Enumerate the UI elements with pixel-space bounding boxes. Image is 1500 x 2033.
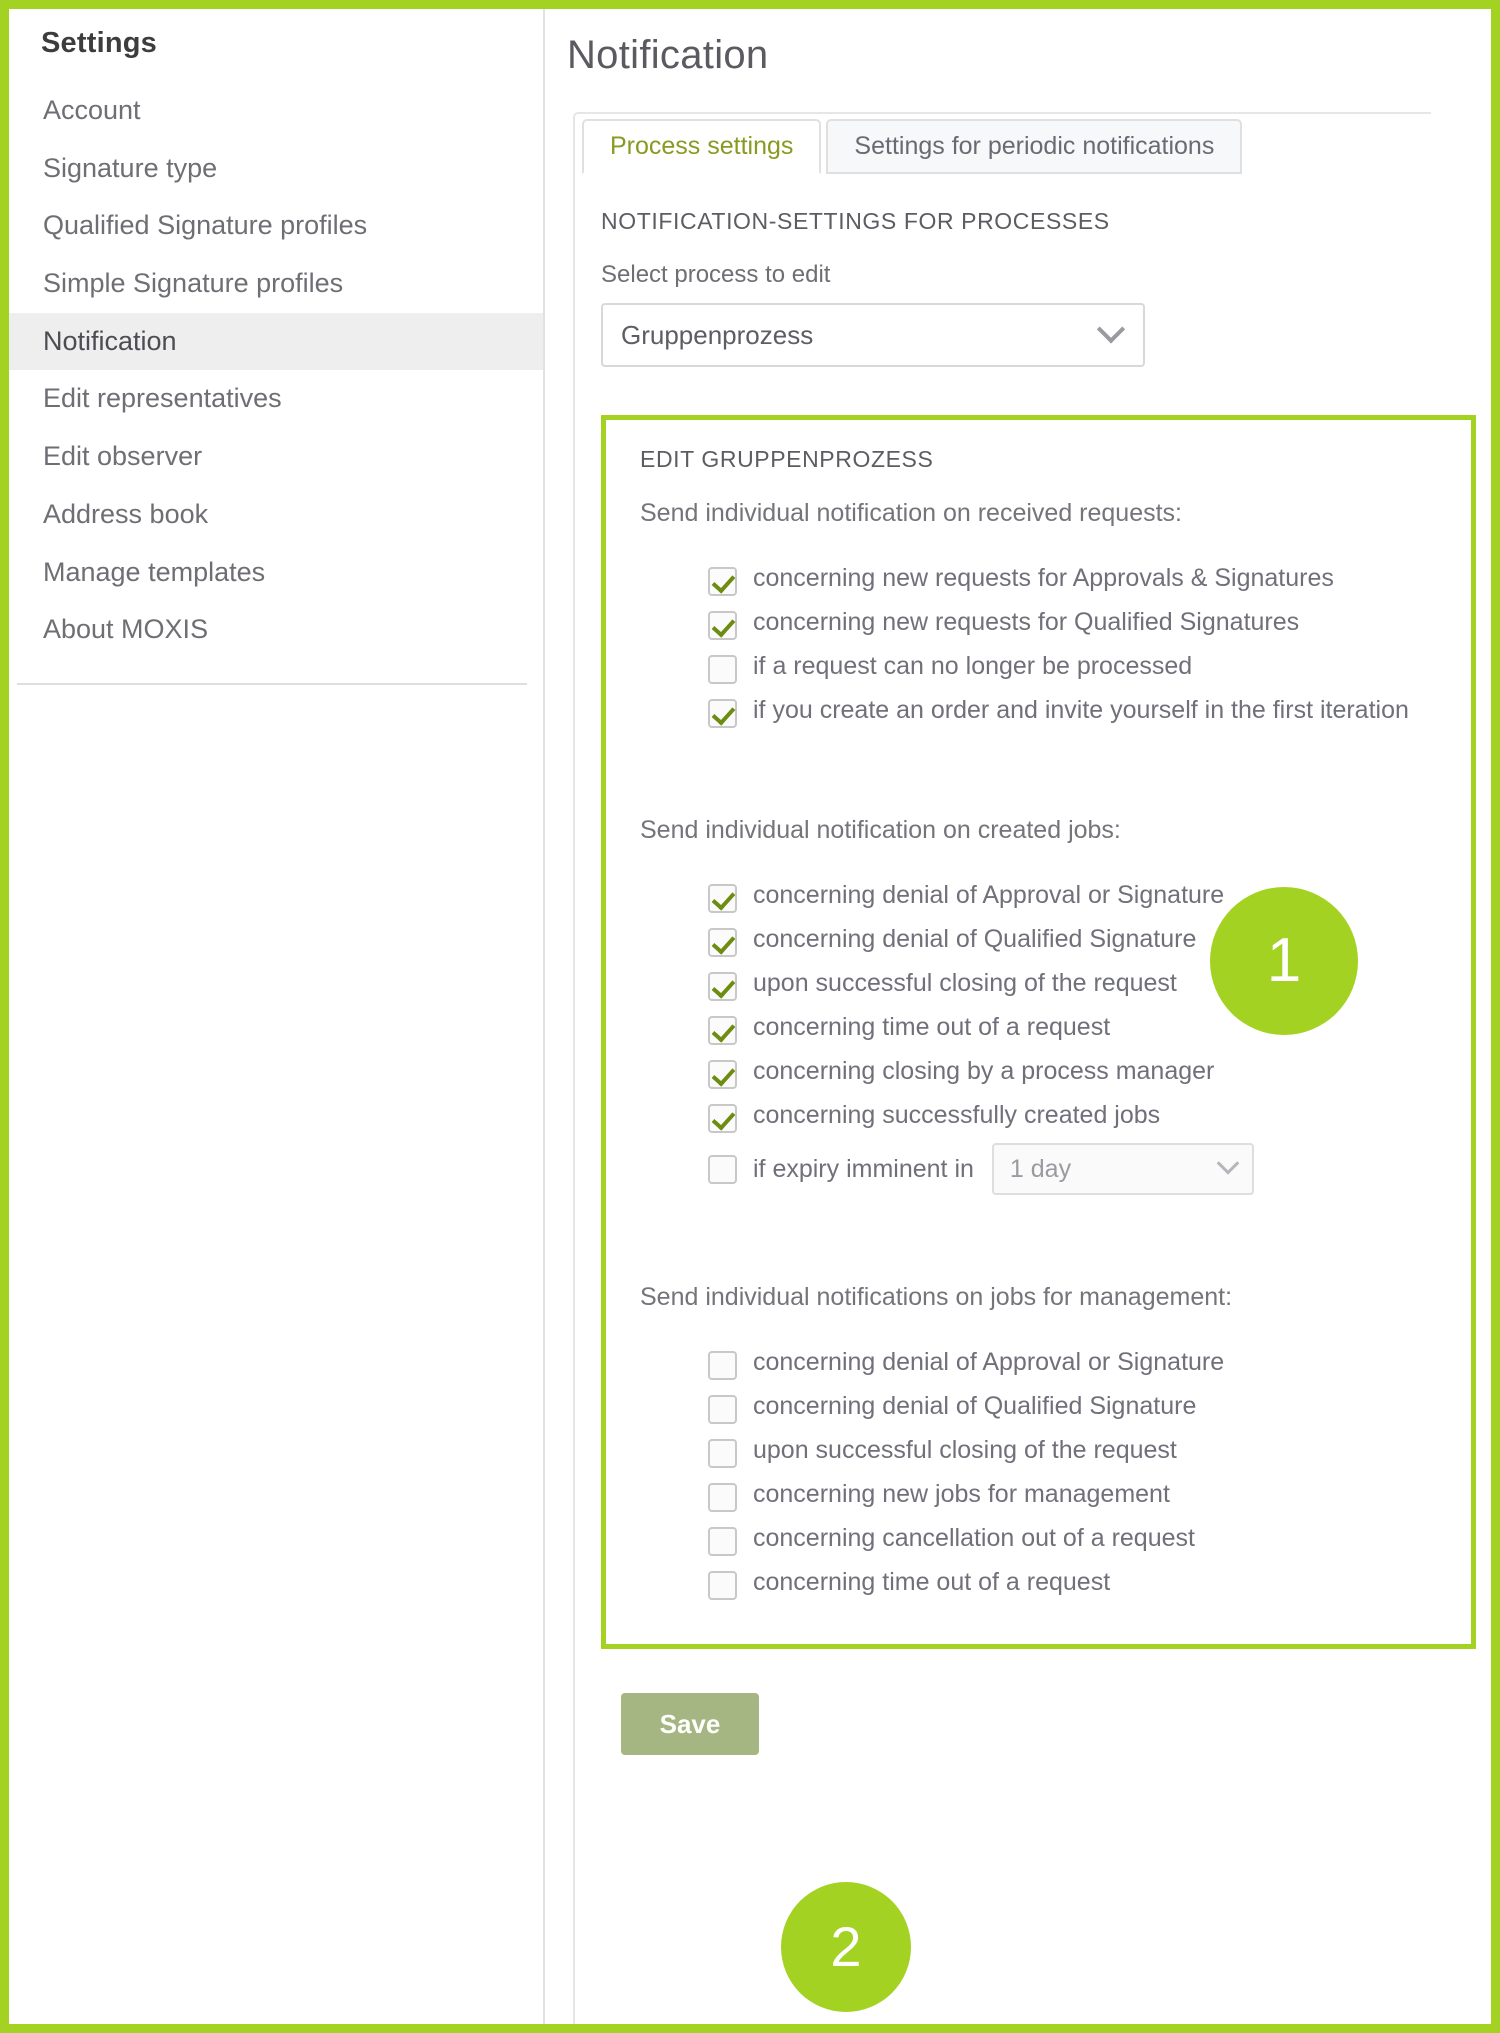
notification-groups: Send individual notification on received… bbox=[640, 499, 1471, 1600]
sidebar-divider bbox=[17, 682, 527, 685]
expiry-period-select[interactable]: 1 day bbox=[991, 1143, 1254, 1195]
checkbox-checked-icon[interactable] bbox=[708, 1060, 737, 1089]
checkbox-label: concerning time out of a request bbox=[753, 1013, 1111, 1041]
checkbox-label: concerning new jobs for management bbox=[753, 1480, 1170, 1508]
save-button[interactable]: Save bbox=[621, 1693, 759, 1755]
checkbox-label: concerning new requests for Approvals & … bbox=[753, 564, 1334, 592]
checkbox-unchecked-icon[interactable] bbox=[708, 1395, 737, 1424]
checkbox-row[interactable]: if expiry imminent in 1 day bbox=[708, 1143, 1471, 1195]
checkbox-unchecked-icon[interactable] bbox=[708, 1571, 737, 1600]
process-select[interactable]: Gruppenprozess bbox=[601, 303, 1145, 367]
page-title: Notification bbox=[567, 33, 769, 77]
sidebar-item-account[interactable]: Account bbox=[9, 82, 543, 140]
checkbox-row[interactable]: concerning denial of Approval or Signatu… bbox=[708, 879, 1471, 913]
main-content: Notification Process settings Settings fo… bbox=[547, 9, 1491, 2024]
sidebar-item-address-book[interactable]: Address book bbox=[9, 486, 543, 544]
checkbox-checked-icon[interactable] bbox=[708, 1016, 737, 1045]
process-select-label: Select process to edit bbox=[601, 261, 831, 288]
checkbox-label: concerning time out of a request bbox=[753, 1568, 1111, 1596]
checkbox-unchecked-icon[interactable] bbox=[708, 1439, 737, 1468]
checkbox-list: concerning denial of Approval or Signatu… bbox=[708, 1346, 1471, 1600]
sidebar-item-about-moxis[interactable]: About MOXIS bbox=[9, 601, 543, 659]
checkbox-unchecked-icon[interactable] bbox=[708, 1154, 737, 1184]
chevron-down-icon bbox=[1096, 315, 1126, 344]
checkbox-label: concerning successfully created jobs bbox=[753, 1101, 1161, 1129]
checkbox-label: if you create an order and invite yourse… bbox=[753, 696, 1409, 724]
sidebar-item-edit-observer[interactable]: Edit observer bbox=[9, 428, 543, 486]
checkbox-row[interactable]: upon successful closing of the request bbox=[708, 1434, 1471, 1468]
checkbox-checked-icon[interactable] bbox=[708, 567, 737, 596]
callout-badge-2: 2 bbox=[781, 1882, 911, 2012]
checkbox-unchecked-icon[interactable] bbox=[708, 655, 737, 684]
tab-settings-for-periodic-notifications[interactable]: Settings for periodic notifications bbox=[826, 119, 1243, 174]
checkbox-checked-icon[interactable] bbox=[708, 1104, 737, 1133]
checkbox-checked-icon[interactable] bbox=[708, 884, 737, 913]
tab-process-settings[interactable]: Process settings bbox=[582, 119, 822, 174]
checkbox-checked-icon[interactable] bbox=[708, 611, 737, 640]
checkbox-row[interactable]: concerning time out of a request bbox=[708, 1566, 1471, 1600]
checkbox-row[interactable]: if a request can no longer be processed bbox=[708, 650, 1471, 684]
checkbox-label: concerning denial of Qualified Signature bbox=[753, 925, 1197, 953]
sidebar-item-qualified-signature-profiles[interactable]: Qualified Signature profiles bbox=[9, 197, 543, 255]
process-select-value: Gruppenprozess bbox=[621, 319, 814, 350]
checkbox-label: if expiry imminent in bbox=[753, 1155, 974, 1183]
checkbox-row[interactable]: concerning denial of Approval or Signatu… bbox=[708, 1346, 1471, 1380]
checkbox-unchecked-icon[interactable] bbox=[708, 1527, 737, 1556]
checkbox-label: upon successful closing of the request bbox=[753, 1436, 1177, 1464]
sidebar-item-notification[interactable]: Notification bbox=[9, 312, 543, 371]
notification-group-label: Send individual notifications on jobs fo… bbox=[640, 1283, 1233, 1311]
sidebar-item-signature-type[interactable]: Signature type bbox=[9, 140, 543, 198]
checkbox-row[interactable]: concerning denial of Qualified Signature bbox=[708, 1390, 1471, 1424]
checkbox-list: concerning denial of Approval or Signatu… bbox=[708, 879, 1471, 1195]
checkbox-label: concerning denial of Approval or Signatu… bbox=[753, 881, 1225, 909]
section-caption: NOTIFICATION-SETTINGS FOR PROCESSES bbox=[601, 208, 1110, 234]
sidebar-item-manage-templates[interactable]: Manage templates bbox=[9, 544, 543, 602]
checkbox-label: if a request can no longer be processed bbox=[753, 652, 1193, 680]
checkbox-unchecked-icon[interactable] bbox=[708, 1351, 737, 1380]
sidebar-nav-list: Account Signature type Qualified Signature… bbox=[9, 82, 543, 659]
checkbox-label: concerning denial of Qualified Signature bbox=[753, 1392, 1197, 1420]
checkbox-checked-icon[interactable] bbox=[708, 972, 737, 1001]
save-row: Save bbox=[621, 1693, 1491, 1755]
checkbox-list: concerning new requests for Approvals & … bbox=[708, 562, 1471, 728]
checkbox-label: concerning cancellation out of a request bbox=[753, 1524, 1195, 1552]
sidebar-title: Settings bbox=[41, 27, 157, 59]
chevron-down-icon bbox=[1216, 1152, 1240, 1175]
sidebar-item-simple-signature-profiles[interactable]: Simple Signature profiles bbox=[9, 255, 543, 313]
checkbox-unchecked-icon[interactable] bbox=[708, 1483, 737, 1512]
checkbox-row[interactable]: concerning cancellation out of a request bbox=[708, 1522, 1471, 1556]
edit-process-title: EDIT GRUPPENPROZESS bbox=[640, 446, 934, 472]
checkbox-row[interactable]: concerning successfully created jobs bbox=[708, 1099, 1471, 1133]
checkbox-checked-icon[interactable] bbox=[708, 928, 737, 957]
notification-group-label: Send individual notification on created … bbox=[640, 816, 1121, 844]
checkbox-row[interactable]: if you create an order and invite yourse… bbox=[708, 694, 1471, 728]
callout-badge-1: 1 bbox=[1210, 887, 1358, 1035]
expiry-period-value: 1 day bbox=[1009, 1154, 1072, 1183]
checkbox-checked-icon[interactable] bbox=[708, 699, 737, 728]
tab-panel: NOTIFICATION-SETTINGS FOR PROCESSES Sele… bbox=[573, 172, 1491, 2024]
checkbox-label: concerning new requests for Qualified Si… bbox=[753, 608, 1300, 636]
checkbox-row[interactable]: concerning closing by a process manager bbox=[708, 1055, 1471, 1089]
tab-bar: Process settings Settings for periodic no… bbox=[573, 112, 1431, 174]
sidebar-item-edit-representatives[interactable]: Edit representatives bbox=[9, 370, 543, 428]
edit-process-panel: EDIT GRUPPENPROZESS Send individual noti… bbox=[601, 415, 1476, 1649]
checkbox-row[interactable]: concerning new jobs for management bbox=[708, 1478, 1471, 1512]
checkbox-label: upon successful closing of the request bbox=[753, 969, 1177, 997]
settings-sidebar: Settings Account Signature type Qualified … bbox=[9, 9, 545, 2024]
checkbox-row[interactable]: concerning time out of a request bbox=[708, 1011, 1471, 1045]
notification-group-label: Send individual notification on received… bbox=[640, 499, 1183, 527]
app-window: Settings Account Signature type Qualified … bbox=[0, 0, 1500, 2033]
checkbox-label: concerning closing by a process manager bbox=[753, 1057, 1215, 1085]
checkbox-row[interactable]: concerning new requests for Approvals & … bbox=[708, 562, 1471, 596]
checkbox-label: concerning denial of Approval or Signatu… bbox=[753, 1348, 1225, 1376]
checkbox-row[interactable]: concerning new requests for Qualified Si… bbox=[708, 606, 1471, 640]
